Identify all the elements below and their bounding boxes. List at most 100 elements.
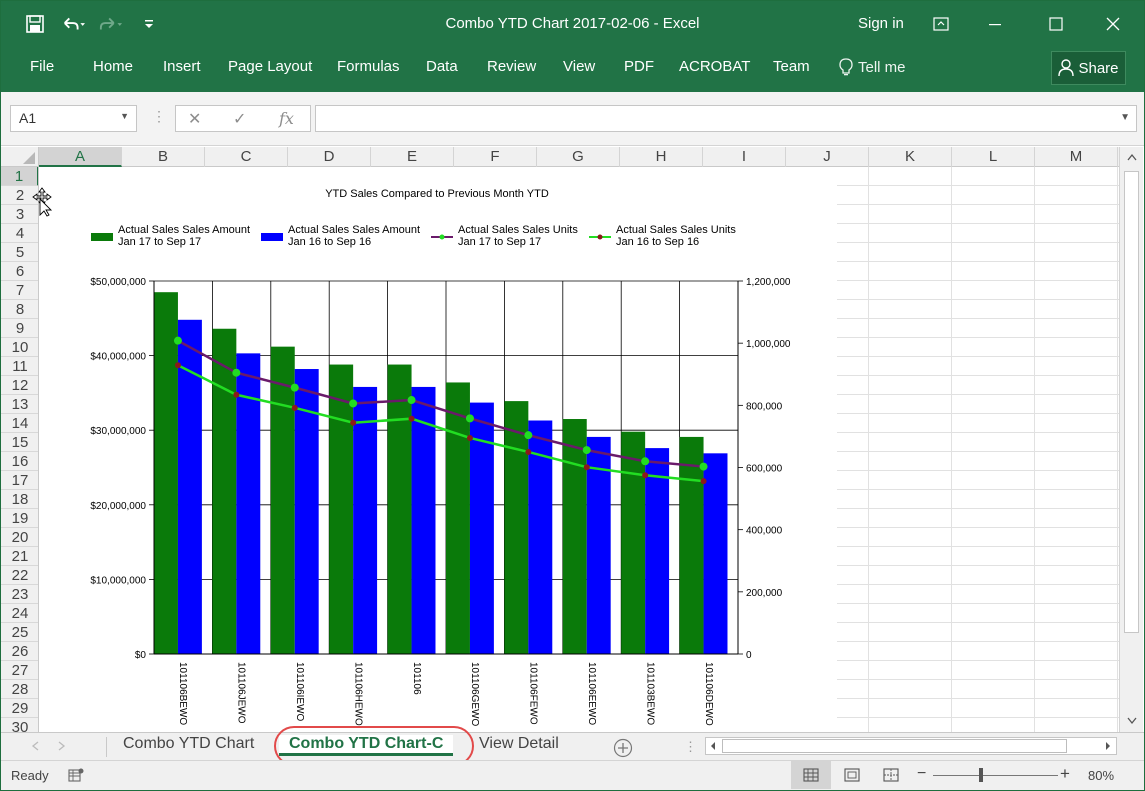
- scroll-right-icon[interactable]: [1104, 741, 1112, 751]
- zoom-in-icon[interactable]: +: [1060, 764, 1070, 784]
- sheet-tab-combo-ytd-chart[interactable]: Combo YTD Chart: [123, 735, 254, 753]
- row-header-28[interactable]: 28: [1, 680, 38, 699]
- row-header-8[interactable]: 8: [1, 300, 38, 319]
- tab-page-layout[interactable]: Page Layout: [228, 58, 312, 75]
- close-icon[interactable]: [1091, 9, 1135, 39]
- vertical-scroll-thumb[interactable]: [1124, 171, 1139, 633]
- tab-acrobat[interactable]: ACROBAT: [679, 58, 750, 75]
- column-header-h[interactable]: H: [620, 147, 703, 167]
- prev-sheet-icon[interactable]: [31, 741, 39, 751]
- column-header-i[interactable]: I: [703, 147, 786, 167]
- row-header-25[interactable]: 25: [1, 623, 38, 642]
- row-header-9[interactable]: 9: [1, 319, 38, 338]
- scroll-down-icon[interactable]: [1127, 717, 1137, 725]
- row-header-11[interactable]: 11: [1, 357, 38, 376]
- quick-access-toolbar: [23, 13, 161, 35]
- row-header-16[interactable]: 16: [1, 452, 38, 471]
- row-header-30[interactable]: 30: [1, 718, 38, 732]
- column-header-d[interactable]: D: [288, 147, 371, 167]
- ribbon-display-options-icon[interactable]: [919, 9, 963, 39]
- combo-chart[interactable]: YTD Sales Compared to Previous Month YTD…: [39, 167, 837, 732]
- tab-data[interactable]: Data: [426, 58, 458, 75]
- row-header-18[interactable]: 18: [1, 490, 38, 509]
- maximize-icon[interactable]: [1034, 9, 1078, 39]
- row-header-20[interactable]: 20: [1, 528, 38, 547]
- column-header-c[interactable]: C: [205, 147, 288, 167]
- tab-home[interactable]: Home: [93, 58, 133, 75]
- row-header-1[interactable]: 1: [1, 167, 38, 186]
- tab-review[interactable]: Review: [487, 58, 536, 75]
- column-header-a[interactable]: A: [39, 147, 122, 167]
- tell-me-search[interactable]: Tell me: [839, 58, 906, 76]
- zoom-slider-thumb[interactable]: [979, 768, 983, 782]
- left-tick-label-3: $30,000,000: [90, 426, 146, 437]
- tab-splitter-icon[interactable]: ⋮: [684, 739, 697, 755]
- insert-function-icon[interactable]: fx: [279, 109, 294, 128]
- row-header-5[interactable]: 5: [1, 243, 38, 262]
- page-layout-view-icon[interactable]: [844, 767, 860, 783]
- column-header-e[interactable]: E: [371, 147, 454, 167]
- horizontal-scroll-thumb[interactable]: [722, 739, 1067, 753]
- column-header-j[interactable]: J: [786, 147, 869, 167]
- row-header-26[interactable]: 26: [1, 642, 38, 661]
- row-header-14[interactable]: 14: [1, 414, 38, 433]
- cancel-icon[interactable]: ✕: [188, 109, 201, 129]
- page-break-preview-icon[interactable]: [883, 767, 899, 783]
- zoom-level[interactable]: 80%: [1088, 768, 1114, 783]
- zoom-slider-track[interactable]: [933, 775, 1058, 776]
- customize-toolbar-icon[interactable]: [137, 13, 161, 35]
- macro-record-icon[interactable]: [68, 767, 84, 783]
- row-header-21[interactable]: 21: [1, 547, 38, 566]
- scroll-up-icon[interactable]: [1127, 153, 1137, 161]
- horizontal-scrollbar[interactable]: [705, 737, 1117, 755]
- chevron-down-icon[interactable]: ▼: [120, 111, 129, 121]
- vertical-scrollbar[interactable]: [1119, 147, 1143, 732]
- row-header-15[interactable]: 15: [1, 433, 38, 452]
- column-header-m[interactable]: M: [1035, 147, 1118, 167]
- column-header-k[interactable]: K: [869, 147, 952, 167]
- legend-label-3-line2: Jan 17 to Sep 17: [458, 236, 541, 248]
- row-header-22[interactable]: 22: [1, 566, 38, 585]
- row-header-24[interactable]: 24: [1, 604, 38, 623]
- tab-view[interactable]: View: [563, 58, 595, 75]
- tab-file[interactable]: File: [30, 58, 54, 75]
- row-header-29[interactable]: 29: [1, 699, 38, 718]
- formula-input[interactable]: ▼: [315, 105, 1137, 132]
- tab-insert[interactable]: Insert: [163, 58, 201, 75]
- row-header-27[interactable]: 27: [1, 661, 38, 680]
- sheet-tab-view-detail[interactable]: View Detail: [479, 735, 559, 753]
- column-header-b[interactable]: B: [122, 147, 205, 167]
- enter-icon[interactable]: ✓: [233, 109, 246, 129]
- row-header-23[interactable]: 23: [1, 585, 38, 604]
- row-header-12[interactable]: 12: [1, 376, 38, 395]
- select-all-corner[interactable]: [1, 147, 39, 167]
- zoom-out-icon[interactable]: −: [917, 765, 926, 783]
- tab-formulas[interactable]: Formulas: [337, 58, 400, 75]
- row-header-7[interactable]: 7: [1, 281, 38, 300]
- sign-in-link[interactable]: Sign in: [858, 15, 904, 32]
- minimize-icon[interactable]: [973, 9, 1017, 39]
- column-header-l[interactable]: L: [952, 147, 1035, 167]
- row-header-4[interactable]: 4: [1, 224, 38, 243]
- row-header-17[interactable]: 17: [1, 471, 38, 490]
- undo-icon[interactable]: [61, 13, 85, 35]
- new-sheet-icon[interactable]: [613, 738, 633, 758]
- expand-formula-bar-icon[interactable]: ▼: [1120, 112, 1130, 123]
- share-button[interactable]: Share: [1051, 51, 1126, 85]
- tab-team[interactable]: Team: [773, 58, 810, 75]
- column-header-g[interactable]: G: [537, 147, 620, 167]
- name-box[interactable]: A1 ▼: [10, 105, 137, 132]
- scroll-left-icon[interactable]: [709, 741, 717, 751]
- column-header-f[interactable]: F: [454, 147, 537, 167]
- next-sheet-icon[interactable]: [58, 741, 66, 751]
- row-header-6[interactable]: 6: [1, 262, 38, 281]
- normal-view-icon[interactable]: [803, 767, 819, 783]
- row-header-10[interactable]: 10: [1, 338, 38, 357]
- tab-pdf[interactable]: PDF: [624, 58, 654, 75]
- redo-icon[interactable]: [99, 13, 123, 35]
- save-icon[interactable]: [23, 13, 47, 35]
- row-header-13[interactable]: 13: [1, 395, 38, 414]
- ribbon-tabs: File Home Insert Page Layout Formulas Da…: [1, 47, 1144, 92]
- category-label-1: 101106BEWO: [177, 662, 188, 725]
- row-header-19[interactable]: 19: [1, 509, 38, 528]
